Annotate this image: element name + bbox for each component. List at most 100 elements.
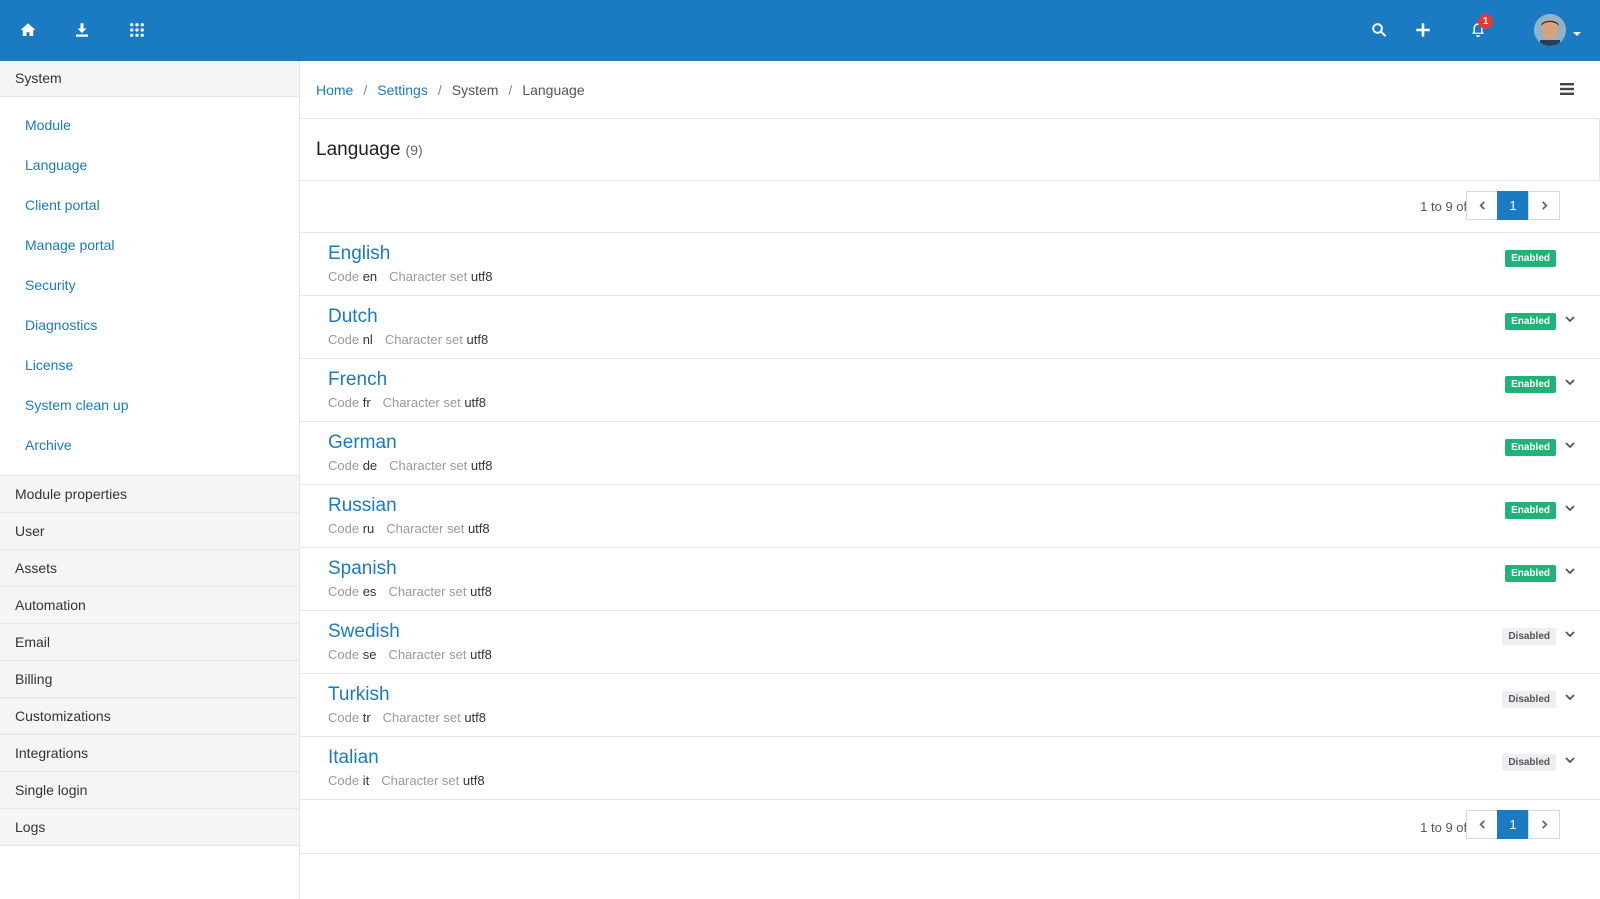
chevron-down-icon[interactable] — [1572, 26, 1582, 36]
status-badge: Enabled — [1505, 313, 1556, 330]
sidebar-section-customizations[interactable]: Customizations — [0, 698, 299, 735]
charset-label: Character set — [388, 647, 467, 662]
breadcrumb-current: Language — [522, 81, 585, 98]
search-icon[interactable] — [1365, 16, 1393, 44]
breadcrumb-separator: / — [363, 81, 368, 98]
charset-value: utf8 — [470, 584, 492, 599]
sidebar-section-user[interactable]: User — [0, 513, 299, 550]
language-name-link[interactable]: Italian — [328, 747, 379, 769]
language-meta: Code es Character set utf8 — [328, 584, 492, 599]
sidebar-section-automation[interactable]: Automation — [0, 587, 299, 624]
charset-value: utf8 — [466, 332, 489, 347]
sidebar-item-security[interactable]: Security — [0, 265, 299, 305]
download-icon[interactable] — [68, 16, 96, 44]
pagination-prev-button[interactable] — [1466, 191, 1498, 220]
breadcrumb: Home / Settings / System / Language — [300, 61, 1600, 119]
code-label: Code — [328, 458, 360, 473]
top-navbar: 1 — [0, 0, 1600, 61]
language-name-link[interactable]: English — [328, 243, 390, 265]
hamburger-menu-icon[interactable] — [1558, 80, 1578, 100]
sidebar-item-language[interactable]: Language — [0, 145, 299, 185]
breadcrumb-home[interactable]: Home — [316, 82, 353, 98]
code-value: en — [362, 269, 378, 284]
pagination-top: 1 to 9 of 9 1 — [300, 181, 1600, 233]
chevron-down-icon[interactable] — [1564, 690, 1578, 704]
sidebar-item-license[interactable]: License — [0, 345, 299, 385]
language-name-link[interactable]: Swedish — [328, 621, 400, 643]
charset-label: Character set — [389, 458, 468, 473]
breadcrumb-separator: / — [508, 81, 513, 98]
pagination-next-button[interactable] — [1528, 810, 1560, 839]
charset-value: utf8 — [464, 710, 487, 725]
bell-icon[interactable]: 1 — [1464, 14, 1493, 44]
sidebar-section-assets[interactable]: Assets — [0, 550, 299, 587]
plus-icon[interactable] — [1409, 16, 1437, 44]
pagination-page-button[interactable]: 1 — [1497, 810, 1529, 839]
language-meta: Code nl Character set utf8 — [328, 332, 488, 347]
sidebar-section-email[interactable]: Email — [0, 624, 299, 661]
chevron-down-icon[interactable] — [1564, 438, 1578, 452]
status-badge: Disabled — [1502, 754, 1556, 771]
status-badge: Enabled — [1505, 439, 1556, 456]
charset-value: utf8 — [470, 269, 493, 284]
charset-label: Character set — [389, 269, 468, 284]
code-label: Code — [328, 269, 360, 284]
sidebar-section-billing[interactable]: Billing — [0, 661, 299, 698]
sidebar-item-archive[interactable]: Archive — [0, 425, 299, 465]
sidebar-item-client-portal[interactable]: Client portal — [0, 185, 299, 225]
sidebar-item-module[interactable]: Module — [0, 105, 299, 145]
sidebar-item-diagnostics[interactable]: Diagnostics — [0, 305, 299, 345]
code-label: Code — [328, 521, 360, 536]
language-meta: Code tr Character set utf8 — [328, 710, 486, 725]
language-row: English Code en Character set utf8 Enabled — [300, 233, 1600, 296]
pagination-prev-button[interactable] — [1466, 810, 1498, 839]
charset-label: Character set — [388, 584, 467, 599]
chevron-down-icon[interactable] — [1564, 564, 1578, 578]
status-badge: Enabled — [1505, 565, 1556, 582]
sidebar-section-module-properties[interactable]: Module properties — [0, 476, 299, 513]
language-name-link[interactable]: French — [328, 369, 387, 391]
language-meta: Code se Character set utf8 — [328, 647, 492, 662]
language-row: Swedish Code se Character set utf8 Disabled — [300, 611, 1600, 674]
code-value: fr — [362, 395, 371, 410]
charset-value: utf8 — [464, 395, 487, 410]
language-row: German Code de Character set utf8 Enabled — [300, 422, 1600, 485]
language-row: French Code fr Character set utf8 Enabled — [300, 359, 1600, 422]
language-name-link[interactable]: Spanish — [328, 558, 397, 580]
sidebar-system-submenu: Module Language Client portal Manage por… — [0, 97, 299, 476]
language-name-link[interactable]: Russian — [328, 495, 397, 517]
apps-grid-icon[interactable] — [123, 16, 151, 44]
language-row: Spanish Code es Character set utf8 Enabled — [300, 548, 1600, 611]
sidebar-header-system[interactable]: System — [0, 61, 299, 97]
chevron-down-icon[interactable] — [1564, 501, 1578, 515]
status-badge: Enabled — [1505, 250, 1556, 267]
chevron-down-icon[interactable] — [1564, 312, 1578, 326]
sidebar-section-integrations[interactable]: Integrations — [0, 735, 299, 772]
language-row: Dutch Code nl Character set utf8 Enabled — [300, 296, 1600, 359]
user-avatar[interactable] — [1534, 14, 1566, 46]
main-content: Home / Settings / System / Language Lang… — [300, 61, 1600, 899]
chevron-down-icon[interactable] — [1564, 375, 1578, 389]
chevron-down-icon[interactable] — [1564, 627, 1578, 641]
breadcrumb-system: System — [451, 81, 499, 98]
language-meta: Code ru Character set utf8 — [328, 521, 490, 536]
code-value: de — [362, 458, 378, 473]
language-name-link[interactable]: German — [328, 432, 397, 454]
sidebar-section-single-login[interactable]: Single login — [0, 772, 299, 809]
sidebar-item-manage-portal[interactable]: Manage portal — [0, 225, 299, 265]
language-meta: Code en Character set utf8 — [328, 269, 493, 284]
notification-count-badge: 1 — [1478, 14, 1493, 29]
chevron-down-icon[interactable] — [1564, 753, 1578, 767]
sidebar-section-logs[interactable]: Logs — [0, 809, 299, 846]
code-value: it — [362, 773, 370, 788]
code-label: Code — [328, 647, 360, 662]
sidebar-item-system-clean-up[interactable]: System clean up — [0, 385, 299, 425]
language-meta: Code it Character set utf8 — [328, 773, 485, 788]
language-name-link[interactable]: Turkish — [328, 684, 390, 706]
breadcrumb-settings[interactable]: Settings — [377, 82, 428, 98]
pagination-page-button[interactable]: 1 — [1497, 191, 1529, 220]
pagination-next-button[interactable] — [1528, 191, 1560, 220]
language-row: Italian Code it Character set utf8 Disabled — [300, 737, 1600, 800]
home-icon[interactable] — [14, 16, 42, 44]
language-name-link[interactable]: Dutch — [328, 306, 378, 328]
